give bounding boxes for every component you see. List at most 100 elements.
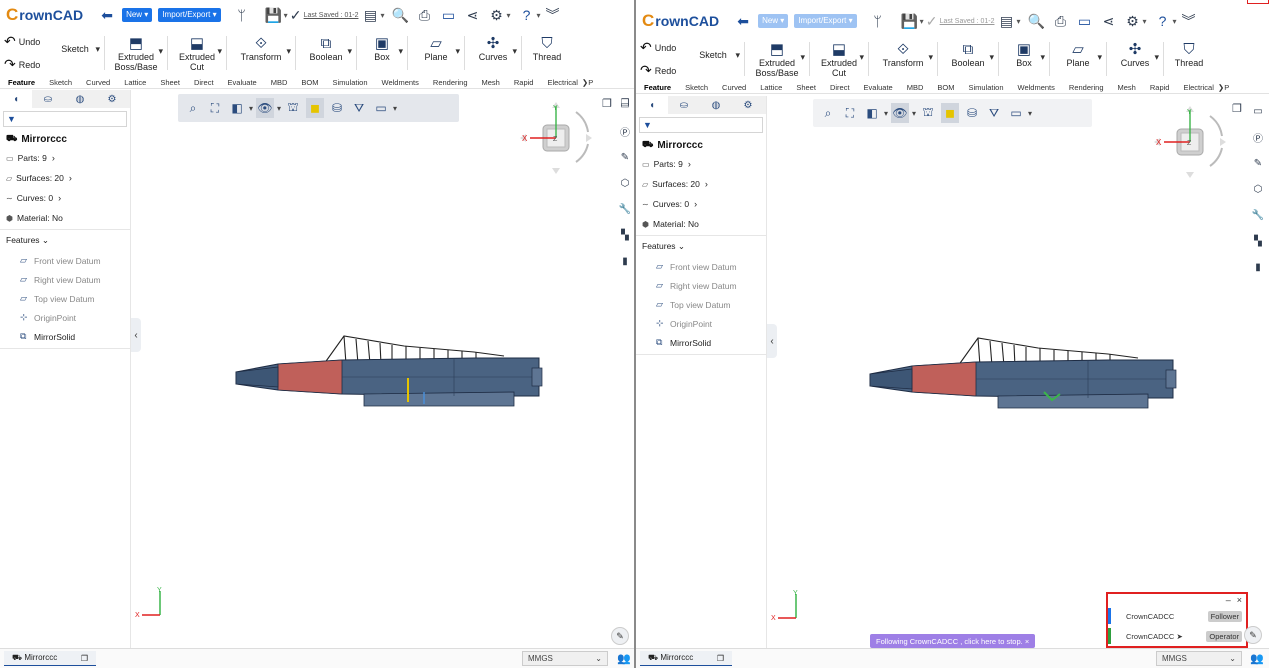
assembly-tab-icon[interactable]: ⛀	[668, 96, 700, 114]
restore-view-icon[interactable]: ❐	[1232, 102, 1242, 115]
features-header[interactable]: Features ⌄	[636, 236, 766, 257]
settings-caret-icon[interactable]: ▾	[507, 11, 511, 20]
save-caret-icon[interactable]: ▾	[920, 17, 924, 26]
material-row[interactable]: ⬢ Material: No	[0, 207, 130, 227]
box-caret-icon[interactable]: ▾	[1040, 52, 1045, 63]
tab-rendering[interactable]: Rendering	[433, 78, 468, 87]
tab-rendering[interactable]: Rendering	[1069, 83, 1104, 92]
display-settings-icon[interactable]: ▭	[372, 98, 390, 118]
section-view-icon[interactable]: ⛫	[284, 98, 302, 118]
curves-expand-icon[interactable]: ›	[694, 199, 697, 209]
wrench-icon[interactable]: 🔧	[1251, 208, 1265, 222]
tab-mbd[interactable]: MBD	[271, 78, 288, 87]
tree-filter-input[interactable]: ▼	[639, 117, 763, 133]
tab-lattice[interactable]: Lattice	[124, 78, 146, 87]
transform-caret-icon[interactable]: ▾	[928, 52, 933, 63]
edit-icon[interactable]: ✎	[1251, 156, 1265, 170]
operator-role-badge[interactable]: Operator	[1206, 630, 1242, 642]
tree-filter-input[interactable]: ▼	[3, 111, 127, 127]
tab-rapid[interactable]: Rapid	[1150, 83, 1170, 92]
checker-icon[interactable]: ▚	[1251, 234, 1265, 248]
comment-icon[interactable]: ▭	[1075, 11, 1095, 31]
display-window-icon[interactable]: ▤	[360, 5, 380, 25]
document-tab[interactable]: ⛟ Mirrorccc ❐	[640, 651, 732, 666]
zoom-icon[interactable]: ⌕	[184, 98, 202, 118]
import-export-button[interactable]: Import/Export ▾	[794, 14, 857, 28]
cube-tool-icon[interactable]: ⬡	[618, 176, 632, 190]
surfaces-row[interactable]: ▱ Surfaces: 20 ›	[0, 167, 130, 187]
share-icon[interactable]: ⋖	[463, 5, 483, 25]
zoom-fit-icon[interactable]: ⛶	[206, 98, 224, 118]
tree-item-top-datum[interactable]: ▱ Top view Datum	[636, 295, 766, 314]
help-caret-icon[interactable]: ▾	[1173, 17, 1177, 26]
units-select[interactable]: MMGS ⌄	[522, 651, 608, 666]
plane-button[interactable]: ▱ Plane ▾	[1056, 36, 1102, 82]
parts-row[interactable]: ▭ Parts: 9 ›	[636, 153, 766, 173]
extruded-cut-button[interactable]: ⬓ Extruded Cut ▾	[816, 36, 864, 82]
features-collapse-icon[interactable]: ⌄	[678, 241, 685, 251]
document-tab[interactable]: ⛟ Mirrorccc ❐	[4, 651, 96, 666]
window-close-button[interactable]	[1247, 0, 1269, 4]
boolean-caret-icon[interactable]: ▾	[989, 52, 994, 63]
render-tab-icon[interactable]: ⚙	[96, 90, 128, 108]
parts-expand-icon[interactable]: ›	[688, 159, 691, 169]
view-cube[interactable]: Y Z X	[518, 100, 596, 178]
undo-button[interactable]: ↶ Undo	[640, 39, 688, 56]
tab-curved[interactable]: Curved	[86, 78, 110, 87]
extruded-cut-caret-icon[interactable]: ▾	[859, 52, 864, 63]
tree-item-mirror-solid[interactable]: ⧉ MirrorSolid	[0, 327, 130, 346]
settings-gear-icon[interactable]: ⚙	[1123, 11, 1143, 31]
transform-button[interactable]: ⟐ Transform ▾	[875, 36, 933, 82]
tab-simulation[interactable]: Simulation	[332, 78, 367, 87]
tree-item-mirror-solid[interactable]: ⧉ MirrorSolid	[636, 333, 766, 352]
collapse-ribbon-icon[interactable]: ︾	[1179, 11, 1199, 31]
save-caret-icon[interactable]: ▾	[284, 11, 288, 20]
plane-button[interactable]: ▱ Plane ▾	[414, 30, 460, 76]
zoom-icon[interactable]: ⌕	[819, 103, 837, 123]
shaded-display-icon[interactable]: ◼	[941, 103, 960, 123]
features-header[interactable]: Features ⌄	[0, 230, 130, 251]
thread-button[interactable]: ⛉ Thread	[1170, 36, 1208, 82]
branch-icon[interactable]: ᛘ	[868, 11, 888, 31]
share-icon[interactable]: ⋖	[1099, 11, 1119, 31]
document-title[interactable]: ⛟ Mirrorccc	[0, 127, 130, 147]
save-icon[interactable]: 💾	[264, 5, 284, 25]
tab-truncated[interactable]: P	[588, 78, 593, 87]
box-button[interactable]: ▣ Box ▾	[363, 30, 403, 76]
edit-icon[interactable]: ✎	[618, 150, 632, 164]
banner-close-icon[interactable]: ×	[1025, 637, 1029, 646]
tab-rapid[interactable]: Rapid	[514, 78, 534, 87]
globe-tab-icon[interactable]: ◍	[64, 90, 96, 108]
surfaces-expand-icon[interactable]: ›	[69, 173, 72, 183]
tab-lattice[interactable]: Lattice	[760, 83, 782, 92]
surfaces-row[interactable]: ▱ Surfaces: 20 ›	[636, 173, 766, 193]
help-icon[interactable]: ?	[1153, 11, 1173, 31]
help-icon[interactable]: ?	[517, 5, 537, 25]
visibility-caret-icon[interactable]: ▾	[912, 109, 916, 118]
redo-button[interactable]: ↷ Redo	[4, 56, 52, 73]
selection-filter-icon[interactable]: ⛛	[985, 103, 1003, 123]
curves-caret-icon[interactable]: ▾	[512, 46, 517, 57]
visibility-eye-icon[interactable]: 👁	[256, 98, 275, 118]
print-icon[interactable]: ⎙	[1051, 11, 1071, 31]
comment-icon[interactable]: ▭	[439, 5, 459, 25]
boolean-button[interactable]: ⧉ Boolean ▾	[944, 36, 994, 82]
fighter-jet-model[interactable]	[868, 336, 1184, 412]
extruded-cut-caret-icon[interactable]: ▾	[217, 46, 222, 57]
render-tab-icon[interactable]: ⚙	[732, 96, 764, 114]
plane-caret-icon[interactable]: ▾	[1097, 52, 1102, 63]
extruded-boss-button[interactable]: ⬒ Extruded Boss/Base ▾	[111, 30, 163, 76]
curves-row[interactable]: ∼ Curves: 0 ›	[636, 193, 766, 213]
sketch-button[interactable]: Sketch ▾	[52, 30, 100, 76]
curves-expand-icon[interactable]: ›	[58, 193, 61, 203]
boolean-caret-icon[interactable]: ▾	[347, 46, 352, 57]
tab-bom[interactable]: BOM	[301, 78, 318, 87]
tab-mbd[interactable]: MBD	[907, 83, 924, 92]
sidebar-collapse-handle[interactable]: ‹	[767, 324, 777, 358]
tab-direct[interactable]: Direct	[194, 78, 214, 87]
users-icon[interactable]: 👥	[617, 652, 631, 665]
print-icon[interactable]: ⎙	[415, 5, 435, 25]
document-tab-restore-icon[interactable]: ❐	[81, 654, 88, 663]
curves-button[interactable]: ✣ Curves ▾	[1113, 36, 1159, 82]
view-cube[interactable]: Y Z X	[1152, 104, 1230, 182]
